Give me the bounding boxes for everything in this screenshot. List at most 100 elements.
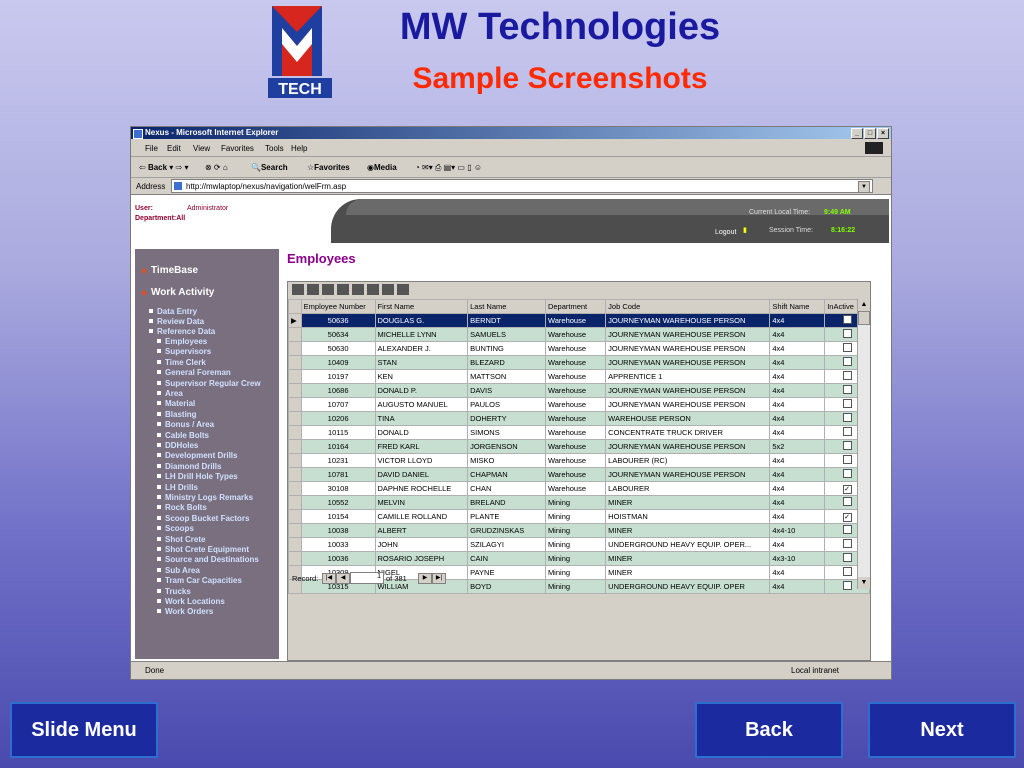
row-selector[interactable] (288, 341, 302, 356)
table-cell[interactable]: 10409 (300, 355, 376, 370)
back-slide-button[interactable]: Back (695, 702, 843, 758)
sort-icon[interactable] (367, 284, 379, 295)
table-cell[interactable]: JOURNEYMAN WAREHOUSE PERSON (605, 313, 771, 328)
table-cell[interactable]: JOURNEYMAN WAREHOUSE PERSON (605, 341, 771, 356)
sidebar-ref-item[interactable]: LH Drills (157, 483, 198, 492)
table-cell[interactable]: JOURNEYMAN WAREHOUSE PERSON (605, 467, 771, 482)
table-cell[interactable]: ROSARIO JOSEPH (374, 551, 469, 566)
sidebar-ref-item[interactable]: Work Locations (157, 597, 225, 606)
column-header[interactable]: Last Name (467, 299, 546, 314)
table-row[interactable]: 10552 MELVIN BRELAND Mining MINER 4x4 (288, 495, 870, 510)
logout-icon[interactable]: ▮ (743, 226, 747, 234)
new-record-icon[interactable] (292, 284, 304, 295)
table-row[interactable]: 10197 KEN MATTSON Warehouse APPRENTICE 1 4x4 (288, 369, 870, 384)
table-cell[interactable]: 10206 (300, 411, 376, 426)
row-selector[interactable] (288, 383, 302, 398)
table-row[interactable]: 10033 JOHN SZILAGYI Mining UNDERGROUND HEAVY… (288, 537, 870, 552)
edit-icon[interactable] (307, 284, 319, 295)
menu-file[interactable]: File (145, 144, 158, 153)
table-cell[interactable]: Mining (544, 495, 607, 510)
table-cell[interactable]: 4x4 (769, 341, 826, 356)
row-selector[interactable] (288, 425, 302, 440)
table-cell[interactable]: BUNTING (467, 341, 546, 356)
table-cell[interactable]: Warehouse (544, 439, 607, 454)
row-selector[interactable] (288, 495, 302, 510)
table-cell[interactable]: 50636 (300, 313, 376, 328)
table-cell[interactable]: JORGENSON (467, 439, 546, 454)
table-cell[interactable]: Mining (544, 537, 607, 552)
table-cell[interactable]: CAMILLE ROLLAND (374, 509, 469, 524)
table-cell[interactable]: Warehouse (544, 341, 607, 356)
table-cell[interactable]: PLANTE (467, 509, 546, 524)
next-record-button[interactable]: ▶ (418, 573, 432, 584)
table-cell[interactable]: FRED KARL (374, 439, 469, 454)
table-cell[interactable]: 50630 (300, 341, 376, 356)
sidebar-ref-item[interactable]: Bonus / Area (156, 420, 214, 429)
table-cell[interactable]: Warehouse (544, 453, 607, 468)
row-selector[interactable] (288, 509, 302, 524)
table-cell[interactable]: UNDERGROUND HEAVY EQUIP. OPER... (605, 537, 771, 552)
table-row[interactable]: 10038 ALBERT GRUDZINSKAS Mining MINER 4x4-10 (288, 523, 870, 538)
table-cell[interactable]: 10164 (300, 439, 376, 454)
grid-scrollbar[interactable]: ▲ ▼ (857, 299, 870, 589)
table-cell[interactable]: Warehouse (544, 467, 607, 482)
table-cell[interactable]: MINER (605, 523, 771, 538)
table-cell[interactable]: BLEZARD (467, 355, 546, 370)
table-cell[interactable]: SIMONS (467, 425, 546, 440)
table-cell[interactable]: 10115 (300, 425, 376, 440)
maximize-button[interactable]: □ (864, 128, 876, 139)
table-cell[interactable]: TINA (374, 411, 469, 426)
table-cell[interactable]: Warehouse (544, 397, 607, 412)
filter-icon[interactable] (352, 284, 364, 295)
menu-favorites[interactable]: Favorites (221, 144, 254, 153)
sidebar-ref-item[interactable]: Development Drills (156, 451, 237, 460)
table-cell[interactable]: DOUGLAS G. (374, 313, 469, 328)
column-header[interactable]: Department (544, 299, 607, 314)
table-row[interactable]: 10781 DAVID DANIEL CHAPMAN Warehouse JOURNEY… (288, 467, 870, 482)
export-icon[interactable] (397, 284, 409, 295)
table-cell[interactable]: VICTOR LLOYD (374, 453, 469, 468)
table-cell[interactable]: 4x4 (769, 509, 826, 524)
table-row[interactable]: 10164 FRED KARL JORGENSON Warehouse JOURNEYM… (288, 439, 870, 454)
sidebar-ref-item[interactable]: Sub Area (157, 566, 200, 575)
table-cell[interactable]: 10197 (300, 369, 376, 384)
table-cell[interactable]: 5x2 (769, 439, 826, 454)
table-cell[interactable]: CAIN (467, 551, 546, 566)
first-record-button[interactable]: |◀ (322, 573, 336, 584)
scroll-up-icon[interactable]: ▲ (858, 299, 870, 311)
row-selector[interactable] (288, 453, 302, 468)
minimize-button[interactable]: _ (851, 128, 863, 139)
table-cell[interactable]: 4x4 (769, 467, 826, 482)
menu-edit[interactable]: Edit (167, 144, 181, 153)
table-cell[interactable]: Warehouse (544, 425, 607, 440)
table-cell[interactable]: WAREHOUSE PERSON (605, 411, 771, 426)
table-cell[interactable]: JOURNEYMAN WAREHOUSE PERSON (605, 439, 771, 454)
table-cell[interactable]: Warehouse (544, 313, 607, 328)
table-cell[interactable]: 30108 (300, 481, 376, 496)
table-cell[interactable]: 4x4 (769, 481, 826, 496)
sidebar-ref-item[interactable]: Scoop Bucket Factors (156, 514, 249, 523)
table-cell[interactable]: MATTSON (467, 369, 546, 384)
sidebar-ref-item[interactable]: General Foreman (157, 368, 231, 377)
sidebar-ref-item[interactable]: Tram Car Capacities (157, 576, 242, 585)
table-cell[interactable]: SZILAGYI (467, 537, 546, 552)
table-cell[interactable]: JOURNEYMAN WAREHOUSE PERSON (605, 355, 771, 370)
sidebar-ref-item[interactable]: Supervisor Regular Crew (157, 379, 261, 388)
table-cell[interactable]: DAVIS (467, 383, 546, 398)
sidebar-item-reference-data[interactable]: Reference Data (148, 327, 215, 336)
table-cell[interactable]: MINER (605, 495, 771, 510)
table-cell[interactable]: DONALD (374, 425, 469, 440)
table-cell[interactable]: 4x4 (769, 327, 826, 342)
row-selector[interactable] (288, 355, 302, 370)
sidebar-item-review-data[interactable]: Review Data (148, 317, 204, 326)
sidebar-item-data-entry[interactable]: Data Entry (148, 307, 197, 316)
sidebar-ref-item[interactable]: Work Orders (156, 607, 213, 616)
table-cell[interactable]: MICHELLE LYNN (374, 327, 469, 342)
table-cell[interactable]: ALBERT (374, 523, 469, 538)
history-mail-print-icons[interactable]: ◔ ✉▾ ⎙ ▤▾ ▭ ▯ ☺ (415, 163, 482, 173)
table-cell[interactable]: 10707 (300, 397, 376, 412)
table-cell[interactable]: 4x4 (769, 411, 826, 426)
table-cell[interactable]: Warehouse (544, 383, 607, 398)
table-cell[interactable]: 4x3-10 (769, 551, 826, 566)
table-cell[interactable]: 4x4 (769, 313, 826, 328)
